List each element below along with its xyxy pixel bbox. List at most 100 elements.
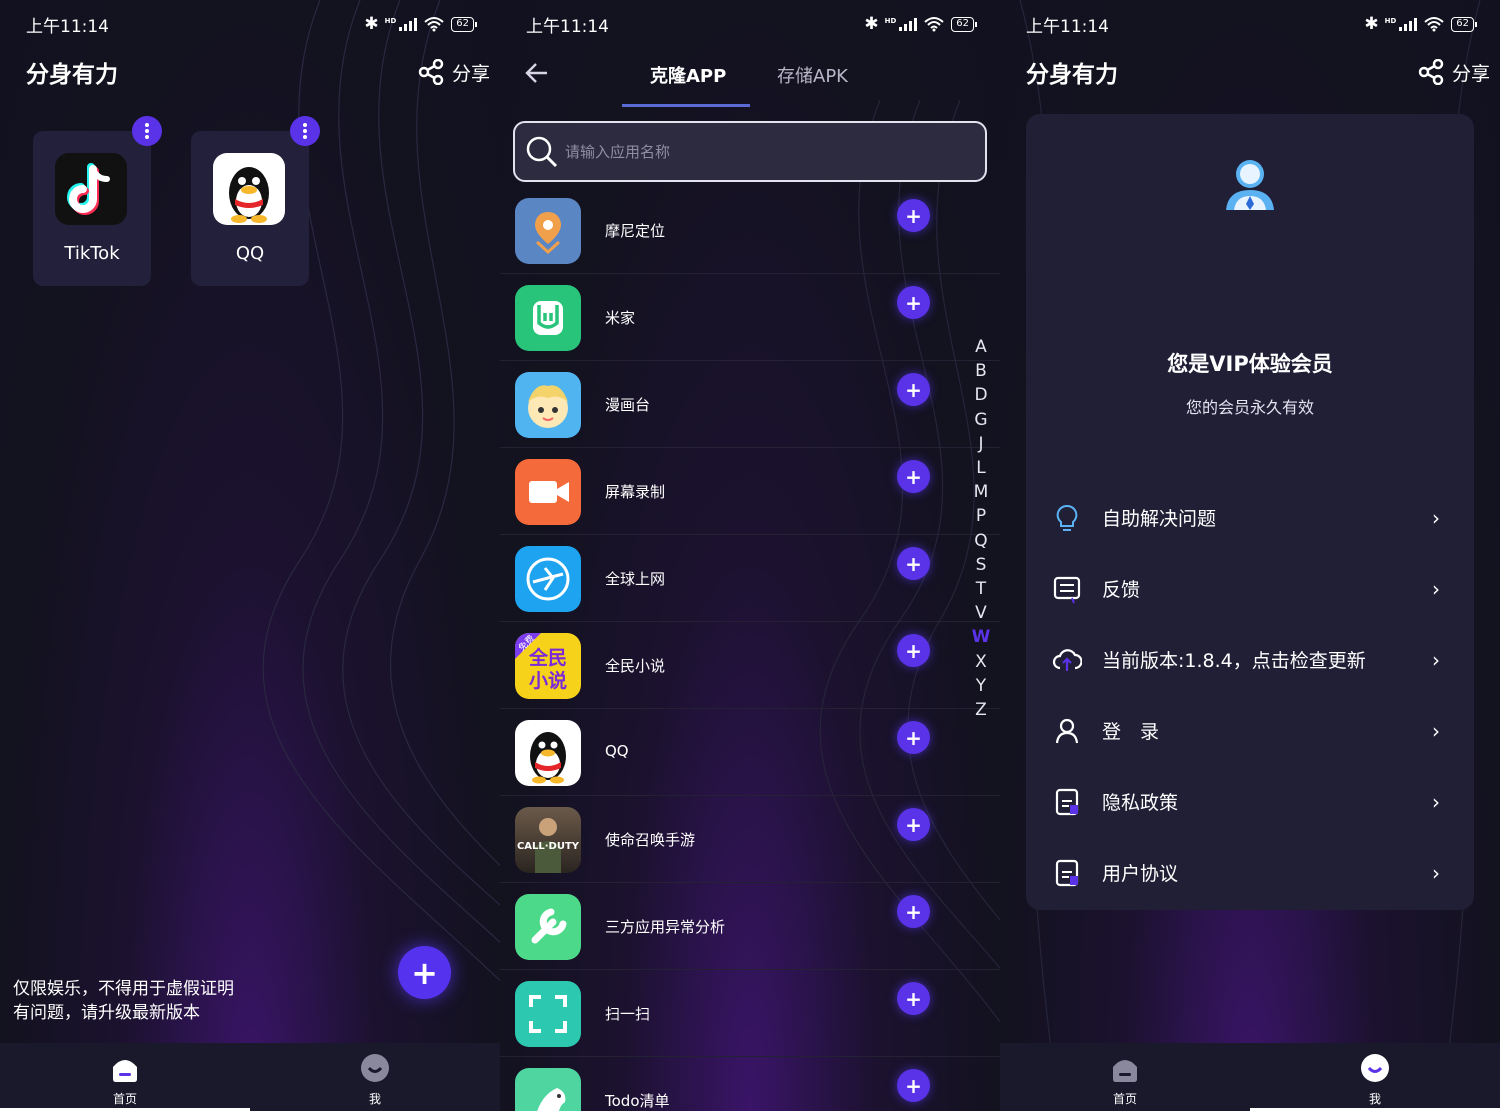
menu-label: 反馈 xyxy=(1102,579,1141,601)
wrench-icon xyxy=(515,894,581,960)
home-icon xyxy=(1113,1060,1137,1082)
add-app-button[interactable]: + xyxy=(897,808,930,841)
chevron-right-icon: › xyxy=(1432,648,1440,672)
nav-me[interactable]: 我 xyxy=(1345,1053,1405,1107)
share-button[interactable]: 分享 xyxy=(418,59,490,86)
index-letter[interactable]: M xyxy=(970,480,992,504)
index-letter[interactable]: T xyxy=(970,577,992,601)
index-letter[interactable]: Q xyxy=(970,529,992,553)
add-app-button[interactable]: + xyxy=(897,460,930,493)
tab-stored-apk[interactable]: 存储APK xyxy=(777,62,848,88)
add-app-button[interactable]: + xyxy=(897,1069,930,1102)
document-icon xyxy=(1055,788,1079,816)
home-screen: 上午11:14 ✱ HD 62 分身有力 分享 TikTok QQ 仅限娱乐，不… xyxy=(0,0,500,1111)
screen-record-icon xyxy=(515,459,581,525)
bluetooth-icon: ✱ xyxy=(1364,14,1379,34)
cloud-update-icon xyxy=(1052,649,1082,671)
share-button[interactable]: 分享 xyxy=(1418,59,1490,86)
bluetooth-icon: ✱ xyxy=(364,14,379,34)
clone-app-screen: 上午11:14 ✱ HD 62 克隆APP 存储APK 请输入应用名称 摩尼定位… xyxy=(500,0,1000,1111)
add-app-button[interactable]: + xyxy=(897,721,930,754)
index-letter[interactable]: J xyxy=(970,432,992,456)
menu-label: 登 录 xyxy=(1102,721,1160,743)
tab-clone-app[interactable]: 克隆APP xyxy=(650,62,726,88)
bottom-navigation: 首页 我 xyxy=(0,1043,500,1111)
tab-active-underline xyxy=(622,104,750,107)
user-avatar-icon[interactable] xyxy=(1222,156,1278,212)
mijia-icon xyxy=(515,285,581,351)
chevron-right-icon: › xyxy=(1432,506,1440,530)
search-placeholder: 请输入应用名称 xyxy=(565,143,671,161)
index-letter[interactable]: V xyxy=(970,601,992,625)
nav-me[interactable]: 我 xyxy=(345,1053,405,1107)
share-label: 分享 xyxy=(1451,62,1490,85)
alphabet-index[interactable]: ABDGJLMPQSTVWXYZ xyxy=(970,335,992,722)
index-letter[interactable]: Z xyxy=(970,698,992,722)
menu-version-update[interactable]: 当前版本:1.8.4，点击检查更新 › xyxy=(1026,629,1474,689)
vip-subtitle: 您的会员永久有效 xyxy=(1185,398,1314,417)
add-app-button[interactable]: + xyxy=(398,946,451,999)
wifi-icon xyxy=(424,17,444,32)
index-letter[interactable]: Y xyxy=(970,674,992,698)
nav-home[interactable]: 首页 xyxy=(95,1053,155,1107)
index-letter[interactable]: W xyxy=(970,625,992,649)
add-app-button[interactable]: + xyxy=(897,199,930,232)
nav-home[interactable]: 首页 xyxy=(1095,1053,1155,1107)
search-input[interactable]: 请输入应用名称 xyxy=(513,121,987,182)
index-letter[interactable]: X xyxy=(970,650,992,674)
index-letter[interactable]: S xyxy=(970,553,992,577)
list-item: Todo清单 + xyxy=(500,1057,1000,1111)
status-bar: 上午11:14 ✱ HD 62 xyxy=(526,10,977,38)
wifi-icon xyxy=(1424,17,1444,32)
more-options-button[interactable] xyxy=(290,116,320,146)
app-name: 使命召唤手游 xyxy=(605,831,696,849)
chevron-right-icon: › xyxy=(1432,790,1440,814)
back-arrow-icon[interactable] xyxy=(524,60,550,86)
index-letter[interactable]: L xyxy=(970,456,992,480)
cloned-app-card-qq[interactable]: QQ xyxy=(191,131,309,286)
more-options-button[interactable] xyxy=(132,116,162,146)
add-app-button[interactable]: + xyxy=(897,373,930,406)
app-name: 摩尼定位 xyxy=(605,222,666,240)
index-letter[interactable]: D xyxy=(970,383,992,407)
globe-plane-icon xyxy=(515,546,581,612)
add-app-button[interactable]: + xyxy=(897,634,930,667)
user-icon xyxy=(1055,718,1079,744)
app-name: 全民小说 xyxy=(605,657,666,675)
add-app-button[interactable]: + xyxy=(897,982,930,1015)
menu-self-help[interactable]: 自助解决问题 › xyxy=(1026,487,1474,547)
cloned-app-card-tiktok[interactable]: TikTok xyxy=(33,131,151,286)
app-name: 屏幕录制 xyxy=(605,483,666,501)
app-name: 扫一扫 xyxy=(605,1005,651,1023)
list-item: CALL·DUTY 使命召唤手游 + xyxy=(500,796,1000,883)
status-time: 上午11:14 xyxy=(26,16,109,37)
index-letter[interactable]: P xyxy=(970,504,992,528)
share-icon xyxy=(418,59,444,85)
list-item: 漫画台 + xyxy=(500,361,1000,448)
menu-user-agreement[interactable]: 用户协议 › xyxy=(1026,842,1474,902)
status-time: 上午11:14 xyxy=(526,16,609,37)
profile-card: 您是VIP体验会员 您的会员永久有效 自助解决问题 › 反馈 › 当前版本:1.… xyxy=(1026,114,1474,910)
home-icon xyxy=(113,1060,137,1082)
nav-me-label: 我 xyxy=(1368,1092,1381,1106)
index-letter[interactable]: A xyxy=(970,335,992,359)
menu-privacy-policy[interactable]: 隐私政策 › xyxy=(1026,771,1474,831)
share-icon xyxy=(1418,59,1444,85)
menu-login[interactable]: 登 录 › xyxy=(1026,700,1474,760)
list-item: 屏幕录制 + xyxy=(500,448,1000,535)
add-app-button[interactable]: + xyxy=(897,547,930,580)
list-item: 摩尼定位 + xyxy=(500,187,1000,274)
index-letter[interactable]: G xyxy=(970,408,992,432)
index-letter[interactable]: B xyxy=(970,359,992,383)
app-name: 米家 xyxy=(605,309,636,327)
manhuatai-icon xyxy=(515,372,581,438)
nav-me-label: 我 xyxy=(368,1092,381,1106)
qq-penguin-icon xyxy=(515,720,581,786)
chevron-right-icon: › xyxy=(1432,719,1440,743)
menu-feedback[interactable]: 反馈 › xyxy=(1026,558,1474,618)
novel-app-icon: 免费 全民 小说 xyxy=(515,633,581,699)
add-app-button[interactable]: + xyxy=(897,286,930,319)
app-name: QQ xyxy=(605,742,629,760)
add-app-button[interactable]: + xyxy=(897,895,930,928)
app-name: 全球上网 xyxy=(605,570,666,588)
